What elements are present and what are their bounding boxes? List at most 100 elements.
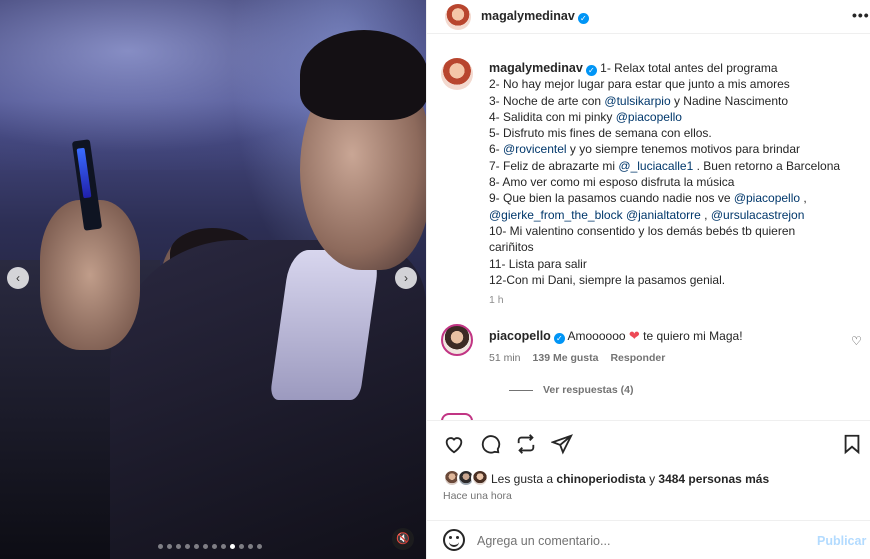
- post-panel: magalymedinav ✓ ••• magalymedinav ✓ 1- Rel…: [426, 0, 870, 559]
- view-replies-label[interactable]: Ver respuestas (4): [543, 384, 633, 396]
- comment-button[interactable]: [479, 433, 501, 458]
- carousel-prev-button[interactable]: ‹: [7, 267, 29, 289]
- caption-line: 6- @rovicentel y yo siempre tenemos moti…: [489, 141, 859, 157]
- save-button[interactable]: [841, 433, 863, 458]
- publish-button[interactable]: Publicar: [817, 534, 866, 548]
- mention-link[interactable]: @piacopello: [616, 110, 682, 124]
- share-button[interactable]: [550, 433, 573, 458]
- post-time[interactable]: Hace una hora: [443, 490, 512, 502]
- likes-count[interactable]: 3484 personas más: [658, 472, 769, 486]
- caption-text-part: 2- No hay mejor lugar para estar que jun…: [489, 77, 790, 92]
- avatar[interactable]: [445, 4, 471, 30]
- action-bar: [427, 420, 870, 468]
- caption-text: magalymedinav ✓ 1- Relax total antes del …: [489, 60, 859, 308]
- reply-button[interactable]: Responder: [610, 352, 665, 364]
- caption-text-part: ,: [700, 207, 711, 222]
- post-media[interactable]: ‹ › 🔇: [0, 0, 426, 559]
- caption-line: 2- No hay mejor lugar para estar que jun…: [489, 76, 859, 92]
- carousel-dot: [176, 544, 181, 549]
- caption-line: 7- Feliz de abrazarte mi @_luciacalle1 .…: [489, 158, 859, 174]
- mention-link[interactable]: @janialtatorre: [626, 208, 701, 222]
- verified-icon: ✓: [577, 13, 589, 24]
- caption-line: 11- Lista para salir: [489, 256, 859, 272]
- repost-icon: [517, 434, 535, 454]
- emoji-icon[interactable]: [443, 529, 465, 551]
- view-replies-button[interactable]: Ver respuestas (4): [509, 384, 633, 396]
- comment-text: piacopello ✓ Amoooooo ❤ te quiero mi Maga…: [489, 328, 743, 344]
- carousel-dot: [239, 544, 244, 549]
- caption-text-part: 11- Lista para salir: [489, 256, 587, 271]
- mention-link[interactable]: @rovicentel: [503, 142, 567, 156]
- comment-avatar[interactable]: [441, 324, 473, 356]
- carousel-dots: [158, 544, 262, 549]
- man-body: [110, 240, 426, 559]
- mute-icon: 🔇: [396, 533, 410, 545]
- caption-time[interactable]: 1 h: [489, 292, 859, 308]
- caption-line: @gierke_from_the_block @janialtatorre , …: [489, 207, 859, 223]
- caption-line: 10- Mi valentino consentido y los demás …: [489, 223, 859, 239]
- comment-like-icon[interactable]: ♡: [851, 334, 862, 348]
- caption-line: 9- Que bien la pasamos cuando nadie nos …: [489, 190, 859, 206]
- username-text[interactable]: magalymedinav: [481, 9, 575, 23]
- carousel-dot: [248, 544, 253, 549]
- send-icon: [550, 434, 573, 455]
- caption-text-part: 6-: [489, 142, 504, 157]
- mention-link[interactable]: @piacopello: [734, 191, 800, 205]
- heart-icon: [445, 437, 463, 454]
- caption-text-part: 3- Noche de arte con: [489, 93, 605, 108]
- caption-text-part: ,: [800, 191, 807, 206]
- carousel-dot: [257, 544, 262, 549]
- caption-line: magalymedinav ✓ 1- Relax total antes del …: [489, 60, 859, 76]
- verified-icon: ✓: [553, 333, 565, 344]
- caption-text-part: y Nadine Nascimento: [670, 93, 789, 108]
- more-options-button[interactable]: •••: [852, 7, 870, 23]
- likes-text: Les gusta a chinoperiodista y 3484 perso…: [491, 472, 769, 486]
- carousel-dot: [167, 544, 172, 549]
- likes-prefix: Les gusta a: [491, 472, 557, 486]
- carousel-dot: [212, 544, 217, 549]
- comment-input[interactable]: [477, 531, 797, 551]
- comment-icon: [481, 435, 501, 454]
- caption-line: 3- Noche de arte con @tulsikarpio y Nadi…: [489, 93, 859, 109]
- caption-text-part: 5- Disfruto mis fines de semana con ello…: [489, 126, 712, 141]
- like-button[interactable]: [443, 433, 465, 458]
- caption-text-part: 9- Que bien la pasamos cuando nadie nos …: [489, 191, 734, 206]
- caption-text-part: 1- Relax total antes del programa: [600, 61, 778, 75]
- replies-line: [509, 389, 533, 391]
- comment-body: Amoooooo: [567, 329, 626, 343]
- repost-button[interactable]: [515, 433, 537, 458]
- caption-avatar[interactable]: [441, 58, 473, 90]
- liker-username[interactable]: chinoperiodista: [556, 472, 645, 486]
- man-hair: [300, 30, 426, 120]
- caption-text-part: 10- Mi valentino consentido y los demás …: [489, 223, 796, 238]
- header-username[interactable]: magalymedinav ✓: [481, 9, 589, 24]
- likes-middle: y: [645, 472, 659, 486]
- verified-icon: ✓: [585, 65, 597, 76]
- comment-meta: 51 min 139 Me gusta Responder: [489, 352, 677, 364]
- comment-time[interactable]: 51 min: [489, 352, 521, 364]
- caption-text-part: . Buen retorno a Barcelona: [693, 158, 841, 173]
- comment-username[interactable]: piacopello: [489, 329, 551, 343]
- liker-avatar: [471, 469, 489, 487]
- mention-link[interactable]: @ursulacastrejon: [711, 208, 805, 222]
- mention-link[interactable]: @_luciacalle1: [618, 159, 693, 173]
- post-header: magalymedinav ✓ •••: [427, 0, 870, 34]
- carousel-next-button[interactable]: ›: [395, 267, 417, 289]
- caption-line: 8- Amo ver como mi esposo disfruta la mú…: [489, 174, 859, 190]
- comment-box: Publicar: [427, 520, 870, 559]
- caption-line: 12-Con mi Dani, siempre la pasamos genia…: [489, 272, 859, 288]
- caption-line: cariñitos: [489, 239, 859, 255]
- mention-link[interactable]: @gierke_from_the_block: [489, 208, 623, 222]
- caption-line: 5- Disfruto mis fines de semana con ello…: [489, 125, 859, 141]
- caption-text-part: 8- Amo ver como mi esposo disfruta la mú…: [489, 175, 735, 190]
- mention-link[interactable]: @tulsikarpio: [604, 94, 670, 108]
- red-heart-icon: ❤: [628, 328, 640, 343]
- comment-likes[interactable]: 139 Me gusta: [533, 352, 599, 364]
- carousel-dot: [221, 544, 226, 549]
- carousel-dot: [203, 544, 208, 549]
- carousel-dot: [185, 544, 190, 549]
- mute-button[interactable]: 🔇: [392, 528, 414, 550]
- caption-username[interactable]: magalymedinav: [489, 61, 583, 75]
- bookmark-icon: [844, 434, 860, 455]
- carousel-dot: [158, 544, 163, 549]
